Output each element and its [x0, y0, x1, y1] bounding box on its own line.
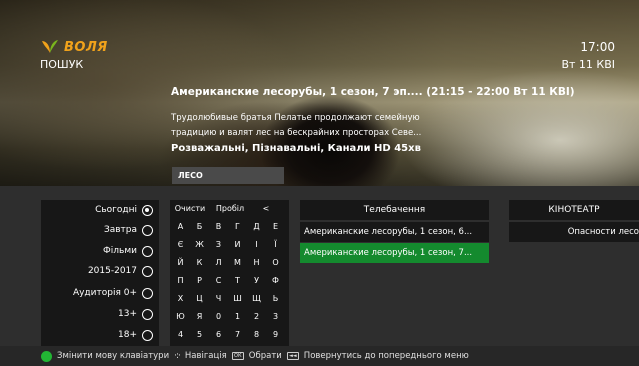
- green-button-icon: [41, 350, 52, 362]
- keyboard-key[interactable]: А: [172, 218, 189, 235]
- hint-select: Обрати: [248, 351, 282, 361]
- filter-label: Фільми: [103, 246, 137, 256]
- program-meta: Розважальні, Пізнавальні, Канали HD 45хв: [171, 143, 421, 154]
- on-screen-keyboard: Очисти Пробіл < АБВГДЕ ЄЖЗИІЇ ЙКЛМНО ПРСТУФ…: [170, 200, 289, 346]
- filter-years[interactable]: 2015-2017: [88, 261, 153, 281]
- filter-label: Аудиторія 0+: [72, 288, 137, 298]
- filter-18[interactable]: 18+: [118, 325, 153, 345]
- keyboard-key[interactable]: М: [229, 254, 246, 271]
- hint-change-language: Змінити мову клавіатури: [57, 351, 170, 361]
- keyboard-key[interactable]: 6: [210, 326, 227, 343]
- page-title: ПОШУК: [40, 58, 84, 71]
- keyboard-key[interactable]: 0: [210, 308, 227, 325]
- result-item-selected[interactable]: Американские лесорубы, 1 сезон, 7...: [300, 243, 489, 263]
- radio-icon: [142, 308, 153, 320]
- filter-label: Сьогодні: [95, 205, 137, 215]
- result-item[interactable]: Американские лесорубы, 1 сезон, 6...: [300, 222, 489, 242]
- keyboard-key[interactable]: 3: [267, 308, 284, 325]
- keyboard-key[interactable]: Т: [229, 272, 246, 289]
- radio-selected-icon: [142, 204, 153, 216]
- keyboard-key[interactable]: 5: [191, 326, 208, 343]
- filter-label: Завтра: [103, 225, 137, 235]
- keyboard-key[interactable]: Я: [191, 308, 208, 325]
- keyboard-key[interactable]: Щ: [248, 290, 265, 307]
- keyboard-key[interactable]: Ц: [191, 290, 208, 307]
- hint-back: Повернутись до попереднього меню: [303, 351, 469, 361]
- keyboard-key[interactable]: 1: [229, 308, 246, 325]
- filter-label: 18+: [118, 330, 137, 340]
- keyboard-key[interactable]: Ь: [267, 290, 284, 307]
- radio-icon: [142, 329, 153, 341]
- cinema-results-column: КІНОТЕАТР Опасности лесо: [509, 200, 639, 346]
- logo-text: ВОЛЯ: [64, 39, 108, 55]
- keyboard-key[interactable]: К: [191, 254, 208, 271]
- ok-key-icon: ОК: [231, 352, 244, 360]
- radio-icon: [142, 224, 153, 236]
- keyboard-key[interactable]: Г: [229, 218, 246, 235]
- keyboard-key[interactable]: Е: [267, 218, 284, 235]
- keyboard-key[interactable]: Н: [248, 254, 265, 271]
- filter-label: 2015-2017: [87, 266, 137, 276]
- filter-today[interactable]: Сьогодні: [95, 200, 153, 220]
- keyboard-key[interactable]: Р: [191, 272, 208, 289]
- keyboard-key[interactable]: Ж: [191, 236, 208, 253]
- date: Вт 11 КВІ: [561, 58, 615, 71]
- keyboard-key[interactable]: Ю: [172, 308, 189, 325]
- logo-leaf-icon: [42, 40, 58, 53]
- keyboard-key[interactable]: Є: [172, 236, 189, 253]
- filter-label: 13+: [118, 309, 137, 319]
- radio-icon: [142, 287, 153, 299]
- keyboard-key[interactable]: Ф: [267, 272, 284, 289]
- keyboard-key[interactable]: 8: [248, 326, 265, 343]
- filter-13[interactable]: 13+: [118, 304, 153, 324]
- program-title: Американские лесорубы, 1 сезон, 7 эп....…: [171, 86, 575, 98]
- keyboard-key[interactable]: І: [248, 236, 265, 253]
- space-button[interactable]: Пробіл: [208, 201, 252, 215]
- keyboard-key[interactable]: 7: [229, 326, 246, 343]
- keyboard-key[interactable]: И: [229, 236, 246, 253]
- keyboard-key[interactable]: У: [248, 272, 265, 289]
- keyboard-key[interactable]: П: [172, 272, 189, 289]
- filter-films[interactable]: Фільми: [103, 241, 153, 261]
- backspace-button[interactable]: <: [256, 201, 276, 215]
- keyboard-key[interactable]: О: [267, 254, 284, 271]
- keyboard-key[interactable]: Д: [248, 218, 265, 235]
- filter-tomorrow[interactable]: Завтра: [104, 220, 153, 240]
- keyboard-key[interactable]: Ш: [229, 290, 246, 307]
- result-item[interactable]: Опасности лесо: [509, 222, 639, 242]
- filter-audience-0[interactable]: Аудиторія 0+: [73, 283, 153, 303]
- keyboard-key[interactable]: Й: [172, 254, 189, 271]
- tv-results-column: Телебачення Американские лесорубы, 1 сез…: [300, 200, 489, 346]
- keyboard-key[interactable]: Б: [191, 218, 208, 235]
- tv-column-header: Телебачення: [300, 200, 489, 220]
- keyboard-key[interactable]: С: [210, 272, 227, 289]
- cinema-column-header: КІНОТЕАТР: [509, 200, 639, 220]
- radio-icon: [142, 265, 153, 277]
- keyboard-key[interactable]: З: [210, 236, 227, 253]
- search-input[interactable]: ЛЕСО: [172, 167, 284, 184]
- clock: 17:00: [580, 40, 615, 54]
- keyboard-key[interactable]: Л: [210, 254, 227, 271]
- radio-icon: [142, 245, 153, 257]
- keyboard-key[interactable]: 4: [172, 326, 189, 343]
- keyboard-key[interactable]: 2: [248, 308, 265, 325]
- hint-navigation: Навігація: [184, 351, 227, 361]
- keyboard-key[interactable]: Ї: [267, 236, 284, 253]
- footer-hints: Змінити мову клавіатури ·:· Навігація ОК…: [0, 346, 639, 366]
- keyboard-key[interactable]: В: [210, 218, 227, 235]
- clear-button[interactable]: Очисти: [172, 201, 208, 215]
- dpad-icon: ·:·: [174, 351, 181, 361]
- brand-logo: ВОЛЯ: [40, 39, 108, 55]
- back-key-icon: ◄◄: [286, 352, 299, 360]
- filter-list: Сьогодні Завтра Фільми 2015-2017 Аудитор…: [41, 200, 159, 346]
- keyboard-key[interactable]: Х: [172, 290, 189, 307]
- keyboard-key[interactable]: 9: [267, 326, 284, 343]
- program-description: Трудолюбивые братья Пелатье продолжают с…: [171, 113, 422, 138]
- keyboard-key[interactable]: Ч: [210, 290, 227, 307]
